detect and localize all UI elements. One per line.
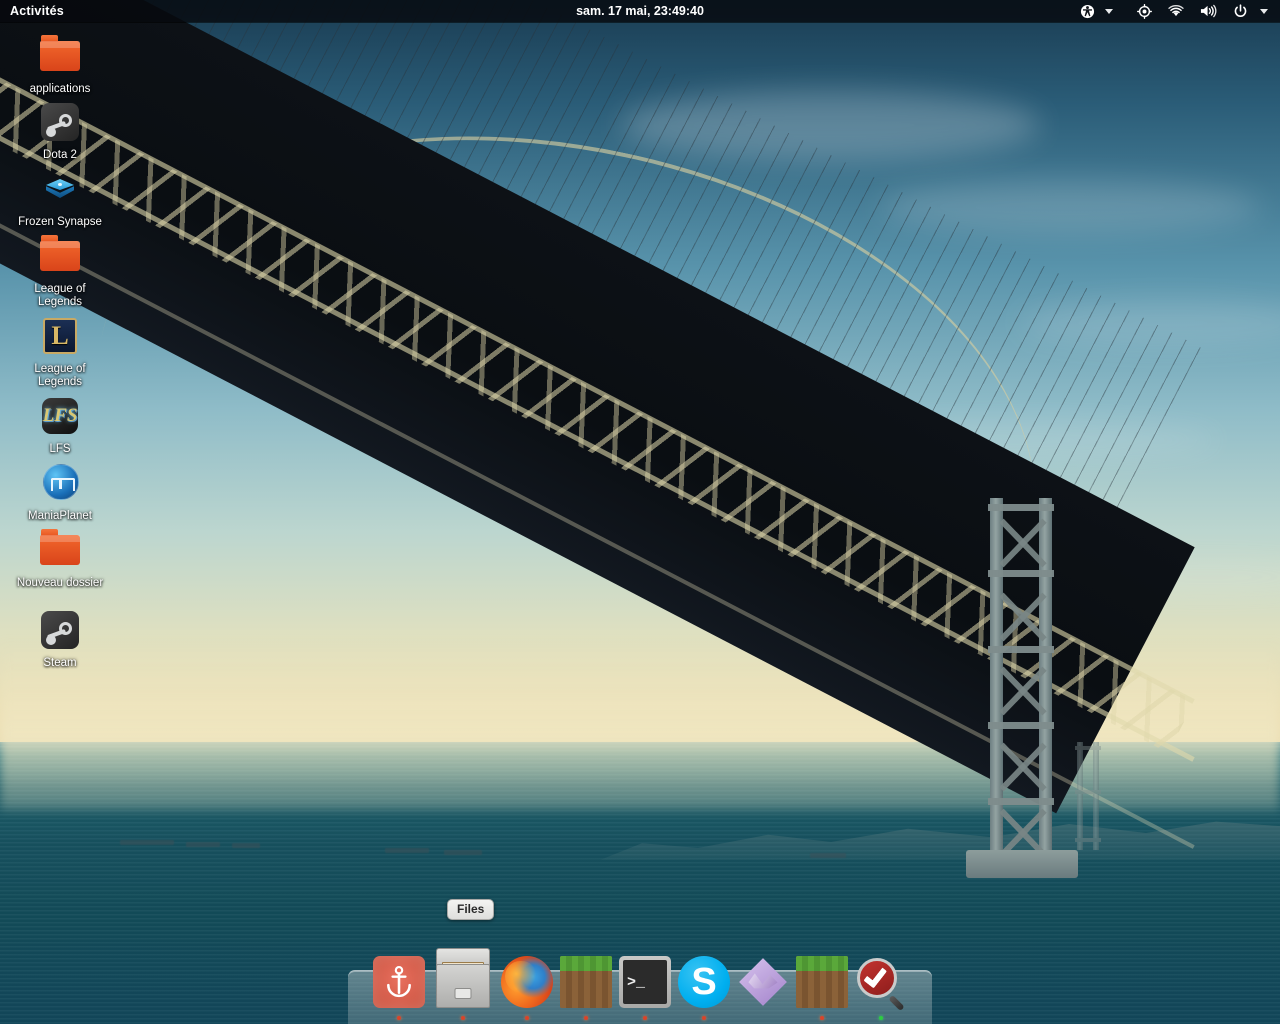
anchor-icon	[373, 956, 425, 1008]
league-of-legends-icon: L	[36, 312, 84, 360]
ship	[444, 850, 482, 855]
tower-brace	[998, 658, 1046, 722]
desktop-icon-label: Nouveau dossier	[16, 577, 104, 589]
top-panel: Activités sam. 17 mai, 23:49:40	[0, 0, 1280, 22]
ship	[385, 848, 429, 853]
desktop-icon-label: Frozen Synapse	[18, 216, 102, 228]
dock-item-firefox[interactable]	[501, 956, 553, 1020]
running-indicator	[584, 1016, 588, 1020]
dock-item-minecraft[interactable]	[560, 956, 612, 1020]
running-indicator	[820, 1016, 824, 1020]
dock-items: >_ S	[334, 948, 946, 1020]
desktop-icon-frozen-synapse[interactable]: Frozen Synapse	[12, 165, 108, 229]
desktop-icon-league-of-legends-folder[interactable]: League of Legends	[12, 232, 108, 309]
folder-icon	[36, 526, 84, 574]
location-icon[interactable]	[1137, 3, 1152, 19]
desktop-icon-dota-2[interactable]: Dota 2	[12, 98, 108, 162]
desktop-icon-label: Dota 2	[43, 149, 77, 161]
clock-label[interactable]: sam. 17 mai, 23:49:40	[576, 4, 704, 18]
desktop-icon-steam[interactable]: Steam	[12, 606, 108, 670]
desktop-icon-maniaplanet[interactable]: ManiaPlanet	[12, 459, 108, 523]
dock-item-purple-diamond[interactable]	[737, 956, 789, 1008]
tower-cross	[988, 722, 1054, 729]
volume-icon[interactable]	[1200, 4, 1217, 18]
dock-item-files[interactable]	[432, 946, 494, 1020]
steam-icon	[36, 606, 84, 654]
system-tray	[1080, 3, 1280, 19]
running-indicator	[702, 1016, 706, 1020]
desktop-icon-league-of-legends[interactable]: L League of Legends	[12, 312, 108, 389]
desktop-icon-label: League of Legends	[34, 283, 86, 308]
minecraft-icon	[796, 956, 848, 1008]
bridge-far-tower	[1075, 742, 1101, 862]
tower-brace	[998, 584, 1046, 648]
tower-leg	[1093, 742, 1099, 850]
ship	[186, 842, 220, 847]
power-icon[interactable]	[1233, 3, 1248, 19]
folder-icon	[36, 32, 84, 80]
files-icon	[432, 946, 494, 1008]
desktop-icon-label: League of Legends	[34, 363, 86, 388]
clamtk-checkmark-icon	[855, 956, 907, 1012]
dock-item-docky[interactable]	[373, 956, 425, 1020]
dock-item-minecraft-alt[interactable]	[796, 956, 848, 1020]
purple-diamond-icon	[739, 958, 787, 1006]
running-indicator	[397, 1016, 401, 1020]
tower-brace	[998, 510, 1046, 574]
desktop-wallpaper	[0, 0, 1280, 1024]
ship	[120, 840, 174, 845]
desktop[interactable]: Activités sam. 17 mai, 23:49:40 applicat…	[0, 0, 1280, 1024]
desktop-icon-label: ManiaPlanet	[28, 510, 92, 522]
tower-leg	[1077, 742, 1083, 850]
dock-tooltip: Files	[447, 899, 495, 920]
dock-item-terminal[interactable]: >_	[619, 956, 671, 1020]
steam-game-icon	[36, 98, 84, 146]
desktop-icon-label: applications	[29, 83, 91, 95]
frozen-synapse-icon	[36, 165, 84, 213]
folder-icon	[36, 232, 84, 280]
dock: >_ S	[334, 948, 946, 1024]
tower-cross	[1075, 746, 1101, 750]
desktop-icon-applications[interactable]: applications	[12, 32, 108, 96]
desktop-icon-lfs[interactable]: LFS LFS	[12, 392, 108, 456]
ship	[232, 843, 260, 848]
tower-brace	[998, 734, 1046, 798]
bridge-tower	[966, 498, 1078, 896]
activities-button[interactable]: Activités	[0, 0, 73, 22]
terminal-icon: >_	[619, 956, 671, 1008]
running-indicator	[643, 1016, 647, 1020]
lfs-icon: LFS	[36, 392, 84, 440]
wifi-icon[interactable]	[1168, 4, 1184, 18]
desktop-icon-label: LFS	[49, 443, 71, 455]
tower-cross	[1075, 790, 1101, 794]
minecraft-icon	[560, 956, 612, 1008]
tower-base	[966, 850, 1078, 878]
tower-cross	[1075, 838, 1101, 842]
dock-item-skype[interactable]: S	[678, 956, 730, 1020]
desktop-icon-label: Steam	[43, 657, 77, 669]
maniaplanet-icon	[36, 459, 84, 507]
chevron-down-icon[interactable]	[1105, 8, 1113, 14]
accessibility-icon[interactable]	[1080, 4, 1095, 19]
running-indicator	[461, 1016, 465, 1020]
ship	[810, 853, 846, 858]
running-indicator	[879, 1016, 883, 1020]
firefox-icon	[501, 956, 553, 1008]
desktop-icon-nouveau-dossier[interactable]: Nouveau dossier	[12, 526, 108, 590]
skype-icon: S	[678, 956, 730, 1008]
running-indicator	[525, 1016, 529, 1020]
dock-item-clamtk[interactable]	[855, 956, 907, 1020]
chevron-down-icon[interactable]	[1260, 8, 1268, 14]
